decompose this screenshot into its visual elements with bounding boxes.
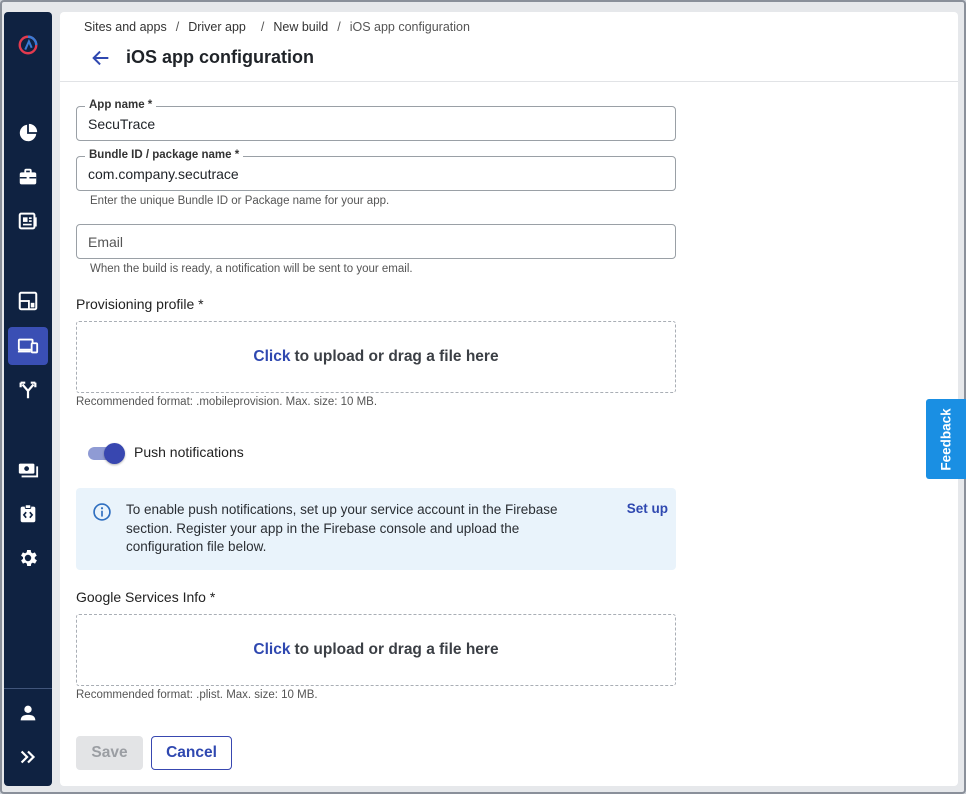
email-placeholder: Email: [88, 234, 124, 250]
app-name-field[interactable]: App name * SecuTrace: [76, 99, 676, 141]
page-title: iOS app configuration: [126, 47, 314, 67]
google-services-upload-dropzone[interactable]: Click to upload or drag a file here: [76, 614, 676, 686]
report-icon[interactable]: [8, 202, 48, 240]
breadcrumb-driver-app[interactable]: Driver app: [188, 20, 246, 34]
google-services-recommended: Recommended format: .plist. Max. size: 1…: [76, 689, 318, 701]
provisioning-profile-label: Provisioning profile *: [76, 296, 204, 312]
push-notifications-label: Push notifications: [134, 444, 244, 460]
toggle-knob: [104, 443, 125, 464]
settings-icon[interactable]: [8, 539, 48, 577]
developer-icon[interactable]: [8, 495, 48, 533]
google-services-click-link[interactable]: Click: [253, 641, 290, 659]
breadcrumb-new-build[interactable]: New build: [273, 20, 328, 34]
breadcrumb: Sites and apps / Driver app / New build …: [84, 20, 470, 34]
breadcrumb-sites-and-apps[interactable]: Sites and apps: [84, 20, 167, 34]
integrations-icon[interactable]: [8, 371, 48, 409]
app-name-value: SecuTrace: [88, 116, 156, 132]
devices-icon[interactable]: [8, 327, 48, 365]
bundle-id-label: Bundle ID / package name *: [85, 149, 244, 161]
google-services-upload-text: to upload or drag a file here: [294, 641, 499, 658]
sidebar: [4, 12, 52, 786]
provisioning-upload-text: to upload or drag a file here: [294, 348, 499, 365]
set-up-link[interactable]: Set up: [627, 501, 668, 516]
breadcrumb-separator: /: [175, 20, 180, 34]
sidebar-divider: [4, 688, 52, 689]
bundle-id-field[interactable]: Bundle ID / package name * com.company.s…: [76, 149, 676, 191]
provisioning-upload-dropzone[interactable]: Click to upload or drag a file here: [76, 321, 676, 393]
cancel-button[interactable]: Cancel: [151, 736, 232, 770]
bundle-id-value: com.company.secutrace: [88, 166, 239, 182]
email-helper: When the build is ready, a notification …: [90, 263, 413, 275]
provisioning-click-link[interactable]: Click: [253, 348, 290, 366]
provisioning-recommended: Recommended format: .mobileprovision. Ma…: [76, 396, 378, 408]
app-name-label: App name *: [85, 99, 157, 111]
layout-icon[interactable]: [8, 282, 48, 320]
expand-icon[interactable]: [8, 738, 48, 776]
main-panel: Sites and apps / Driver app / New build …: [60, 12, 958, 786]
firebase-info-text: To enable push notifications, set up you…: [126, 502, 558, 554]
save-button[interactable]: Save: [76, 736, 143, 770]
email-field[interactable]: Email: [76, 224, 676, 259]
back-arrow-icon[interactable]: [90, 47, 112, 69]
feedback-label: Feedback: [938, 407, 954, 471]
breadcrumb-current: iOS app configuration: [349, 20, 470, 34]
feedback-tab[interactable]: Feedback: [926, 399, 966, 479]
firebase-info-box: To enable push notifications, set up you…: [76, 488, 676, 570]
page-header: Sites and apps / Driver app / New build …: [60, 12, 958, 82]
app-window: Sites and apps / Driver app / New build …: [0, 0, 966, 794]
dashboard-pie-icon[interactable]: [8, 114, 48, 152]
breadcrumb-separator: /: [260, 20, 265, 34]
user-icon[interactable]: [8, 694, 48, 732]
info-icon: [93, 503, 111, 521]
google-services-label: Google Services Info *: [76, 589, 216, 605]
briefcase-icon[interactable]: [8, 158, 48, 196]
push-notifications-toggle[interactable]: [88, 442, 126, 464]
bundle-id-helper: Enter the unique Bundle ID or Package na…: [90, 195, 390, 207]
logo-icon[interactable]: [8, 26, 48, 64]
payments-icon[interactable]: [8, 451, 48, 489]
breadcrumb-separator: /: [337, 20, 341, 34]
